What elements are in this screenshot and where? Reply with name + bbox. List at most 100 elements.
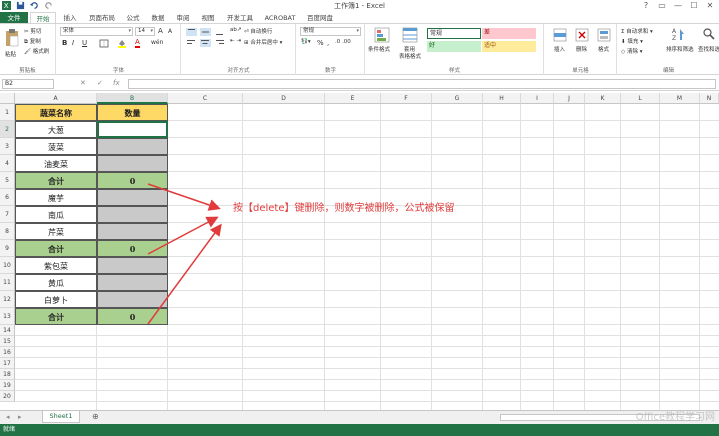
copy-button[interactable]: ⧉ 复制 [24, 37, 41, 46]
row-header[interactable]: 20 [0, 391, 15, 402]
item-quantity-cell[interactable] [97, 189, 168, 206]
scroll-sheets-right-icon[interactable]: ▸ [18, 413, 22, 421]
row-header[interactable]: 1 [0, 104, 15, 121]
row-header[interactable]: 5 [0, 172, 15, 189]
row-header[interactable]: 4 [0, 155, 15, 172]
sheet-tab-sheet1[interactable]: Sheet1 [42, 411, 80, 423]
row-header[interactable]: 15 [0, 336, 15, 347]
insert-cells-label[interactable]: 插入 [554, 45, 565, 53]
selected-cell-b2[interactable] [97, 121, 168, 138]
item-name-cell[interactable]: 紫包菜 [15, 257, 97, 274]
indent-buttons[interactable]: ⇤ ⇥ [230, 38, 241, 44]
column-header-k[interactable]: K [585, 93, 621, 104]
header-cell-name[interactable]: 蔬菜名称 [15, 104, 97, 121]
row-header[interactable]: 13 [0, 308, 15, 325]
decimal-buttons[interactable]: .0 .00 [335, 39, 351, 45]
row-header[interactable]: 18 [0, 369, 15, 380]
number-format-combo[interactable]: 常规 ▾ [300, 27, 361, 36]
vertical-align-icons[interactable] [186, 28, 226, 36]
insert-cells-icon[interactable] [553, 28, 567, 42]
minimize-button[interactable]: — [670, 0, 686, 11]
fill-color-icon[interactable] [117, 39, 127, 48]
column-header-j[interactable]: J [554, 93, 585, 104]
autosum-button[interactable]: Σ 自动求和 ▾ [621, 27, 653, 35]
conditional-format-label[interactable]: 条件格式 [368, 45, 390, 53]
help-button[interactable]: ? [638, 0, 654, 11]
enter-icon[interactable]: ✓ [97, 79, 103, 87]
percent-button[interactable]: % [317, 39, 324, 47]
column-header-b[interactable]: B [97, 93, 168, 104]
maximize-button[interactable]: ☐ [686, 0, 702, 11]
row-header[interactable]: 10 [0, 257, 15, 274]
horizontal-align-icons[interactable] [186, 39, 226, 47]
item-quantity-cell[interactable] [97, 206, 168, 223]
style-normal[interactable]: 常规 [427, 28, 481, 39]
shrink-font-button[interactable]: A [168, 28, 172, 35]
italic-button[interactable]: I [72, 39, 74, 47]
fill-button[interactable]: ⬇ 填充 ▾ [621, 37, 643, 45]
total-value-cell[interactable]: 0 [97, 172, 168, 189]
item-name-cell[interactable]: 油麦菜 [15, 155, 97, 172]
paste-icon[interactable] [4, 28, 20, 48]
font-size-combo[interactable]: 14 ▾ [135, 27, 155, 36]
grow-font-button[interactable]: A [158, 27, 163, 35]
item-quantity-cell[interactable] [97, 223, 168, 240]
item-name-cell[interactable]: 魔芋 [15, 189, 97, 206]
column-header-c[interactable]: C [168, 93, 243, 104]
sort-filter-icon[interactable]: AZ [672, 27, 686, 41]
item-quantity-cell[interactable] [97, 155, 168, 172]
insert-function-icon[interactable]: fx [113, 79, 120, 87]
total-value-cell[interactable]: 0 [97, 308, 168, 325]
add-sheet-icon[interactable]: ⊕ [92, 412, 99, 421]
phonetic-button[interactable]: wén [151, 39, 163, 46]
column-header-h[interactable]: H [483, 93, 521, 104]
format-as-table-icon[interactable] [402, 27, 418, 43]
format-cells-label[interactable]: 格式 [598, 45, 609, 53]
style-neutral[interactable]: 适中 [482, 41, 536, 52]
style-bad[interactable]: 差 [482, 28, 536, 39]
row-header[interactable]: 2 [0, 121, 15, 138]
row-header[interactable]: 12 [0, 291, 15, 308]
select-all-corner[interactable] [0, 93, 15, 104]
total-label-cell[interactable]: 合计 [15, 308, 97, 325]
item-quantity-cell[interactable] [97, 291, 168, 308]
row-header[interactable]: 3 [0, 138, 15, 155]
clear-button[interactable]: ◇ 清除 ▾ [621, 47, 643, 55]
row-header[interactable]: 6 [0, 189, 15, 206]
column-header-g[interactable]: G [432, 93, 483, 104]
total-label-cell[interactable]: 合计 [15, 172, 97, 189]
column-header-a[interactable]: A [15, 93, 97, 104]
format-cells-icon[interactable] [597, 28, 611, 42]
font-name-combo[interactable]: 宋体 ▾ [60, 27, 133, 36]
wrap-text-button[interactable]: ⏎ 自动换行 [244, 27, 272, 35]
item-name-cell[interactable]: 黄瓜 [15, 274, 97, 291]
item-quantity-cell[interactable] [97, 257, 168, 274]
item-name-cell[interactable]: 白萝卜 [15, 291, 97, 308]
cut-button[interactable]: ✂ 剪切 [24, 27, 41, 35]
header-cell-quantity[interactable]: 数量 [97, 104, 168, 121]
column-header-n[interactable]: N [700, 93, 719, 104]
column-header-i[interactable]: I [521, 93, 554, 104]
column-header-e[interactable]: E [325, 93, 381, 104]
style-good[interactable]: 好 [427, 41, 481, 52]
column-header-m[interactable]: M [660, 93, 700, 104]
scroll-sheets-left-icon[interactable]: ◂ [6, 413, 10, 421]
row-header[interactable]: 7 [0, 206, 15, 223]
comma-button[interactable]: , [327, 39, 329, 47]
column-header-d[interactable]: D [243, 93, 325, 104]
item-quantity-cell[interactable] [97, 274, 168, 291]
merge-center-button[interactable]: ⊞ 合并后居中 ▾ [244, 38, 282, 46]
item-quantity-cell[interactable] [97, 138, 168, 155]
row-header[interactable]: 8 [0, 223, 15, 240]
formula-input[interactable] [128, 79, 716, 89]
total-value-cell[interactable]: 0 [97, 240, 168, 257]
orientation-button[interactable]: ab↗ [230, 27, 241, 33]
delete-cells-label[interactable]: 删除 [576, 45, 587, 53]
ribbon-display-button[interactable]: ▭ [654, 0, 670, 11]
format-painter-button[interactable]: 🖌 格式刷 [24, 47, 49, 55]
item-name-cell[interactable]: 芹菜 [15, 223, 97, 240]
cancel-icon[interactable]: ✕ [80, 79, 86, 87]
find-select-icon[interactable] [702, 27, 716, 41]
borders-icon[interactable] [99, 39, 109, 48]
item-name-cell[interactable]: 南瓜 [15, 206, 97, 223]
